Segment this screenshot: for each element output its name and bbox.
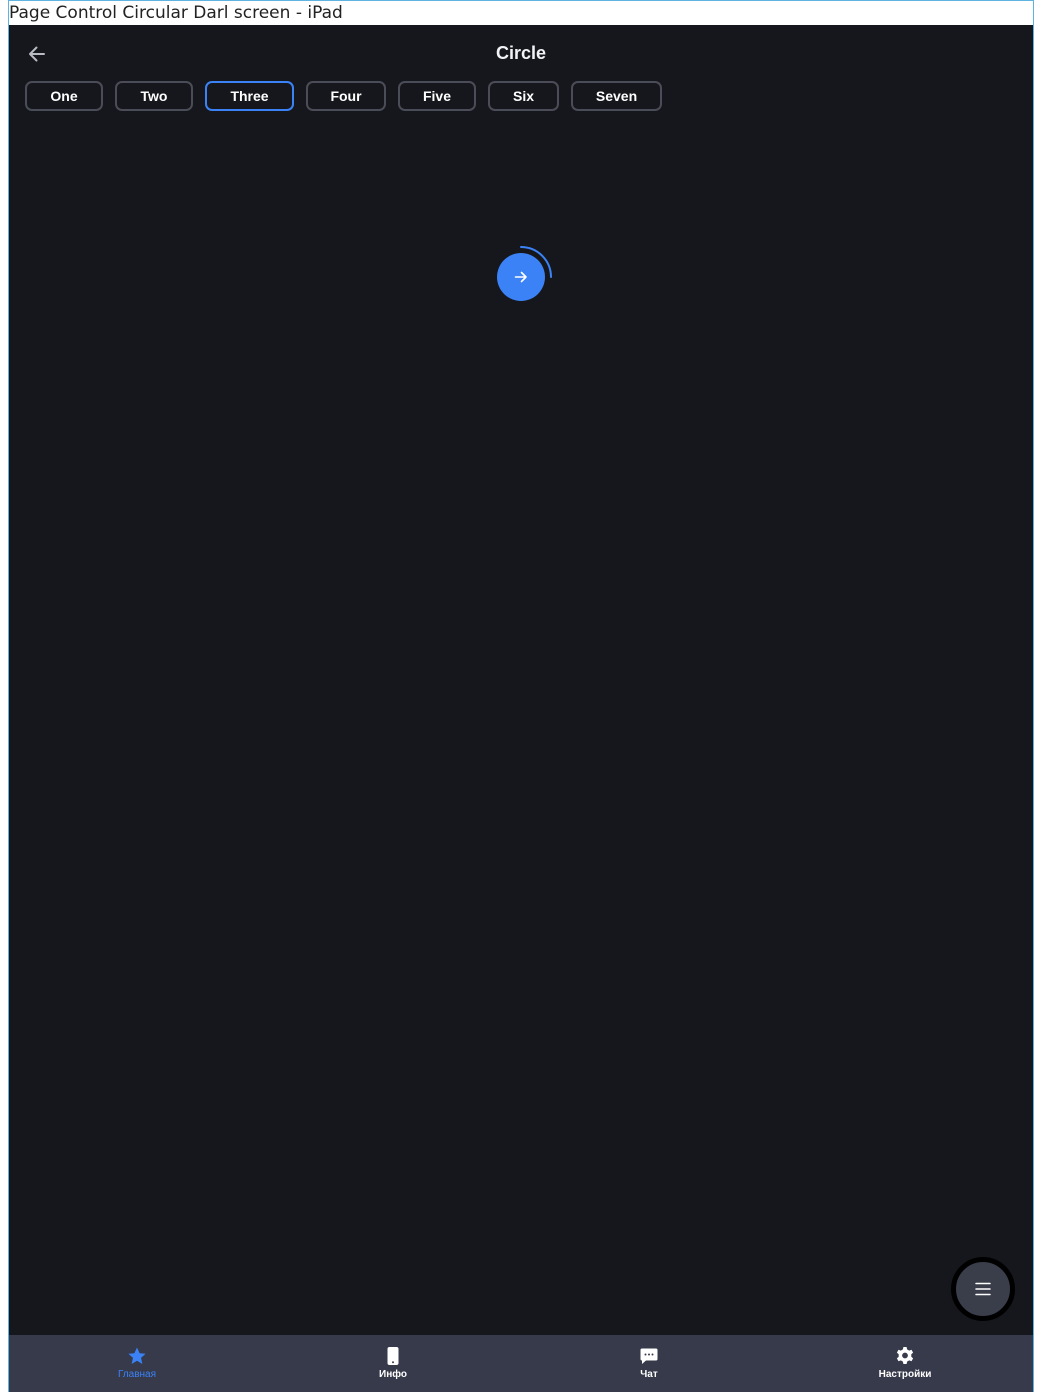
segment-label: Three [230,88,269,104]
frame-top-border [8,0,1034,1]
segment-three[interactable]: Three [205,81,294,111]
tab-label: Инфо [379,1369,407,1380]
bottom-tab-bar: Главная Инфо Чат Настройки [9,1335,1033,1392]
segment-label: Five [422,88,451,104]
gear-icon [896,1347,914,1364]
window-title-bar: Page Control Circular Darl screen - iPad [0,0,1042,25]
segment-seven[interactable]: Seven [571,81,662,111]
tab-icon-wrap [521,1346,777,1366]
tab-label: Настройки [878,1369,932,1380]
tab-home[interactable]: Главная [9,1335,265,1392]
circular-progress-control [491,235,555,301]
tab-settings[interactable]: Настройки [777,1335,1033,1392]
tab-label: Главная [117,1369,157,1380]
app-screen: Circle One Two Three Four Five Six Seven [9,25,1033,1392]
tab-label: Чат [640,1369,658,1380]
next-page-button[interactable] [497,253,545,301]
segment-label: Six [512,88,534,104]
tab-chat[interactable]: Чат [521,1335,777,1392]
window-title: Page Control Circular Darl screen - iPad [9,3,343,23]
segment-four[interactable]: Four [306,81,386,111]
chat-icon [640,1348,658,1364]
segment-label: One [50,88,78,104]
segment-label: Four [330,88,362,104]
menu-icon [975,1282,991,1296]
arrow-right-icon [514,271,527,283]
tab-icon-wrap [777,1346,1033,1366]
segment-five[interactable]: Five [398,81,476,111]
segment-two[interactable]: Two [115,81,193,111]
phone-icon [387,1347,399,1365]
segment-label: Two [140,88,168,104]
segment-six[interactable]: Six [488,81,559,111]
tab-icon-wrap [265,1346,521,1366]
star-icon [128,1347,146,1364]
frame-right-border [1033,0,1034,1392]
segment-one[interactable]: One [25,81,103,111]
menu-fab-button[interactable] [951,1257,1015,1321]
tab-info[interactable]: Инфо [265,1335,521,1392]
segment-label: Seven [595,88,638,104]
tab-icon-wrap [9,1346,265,1366]
page-title: Circle [495,43,547,63]
